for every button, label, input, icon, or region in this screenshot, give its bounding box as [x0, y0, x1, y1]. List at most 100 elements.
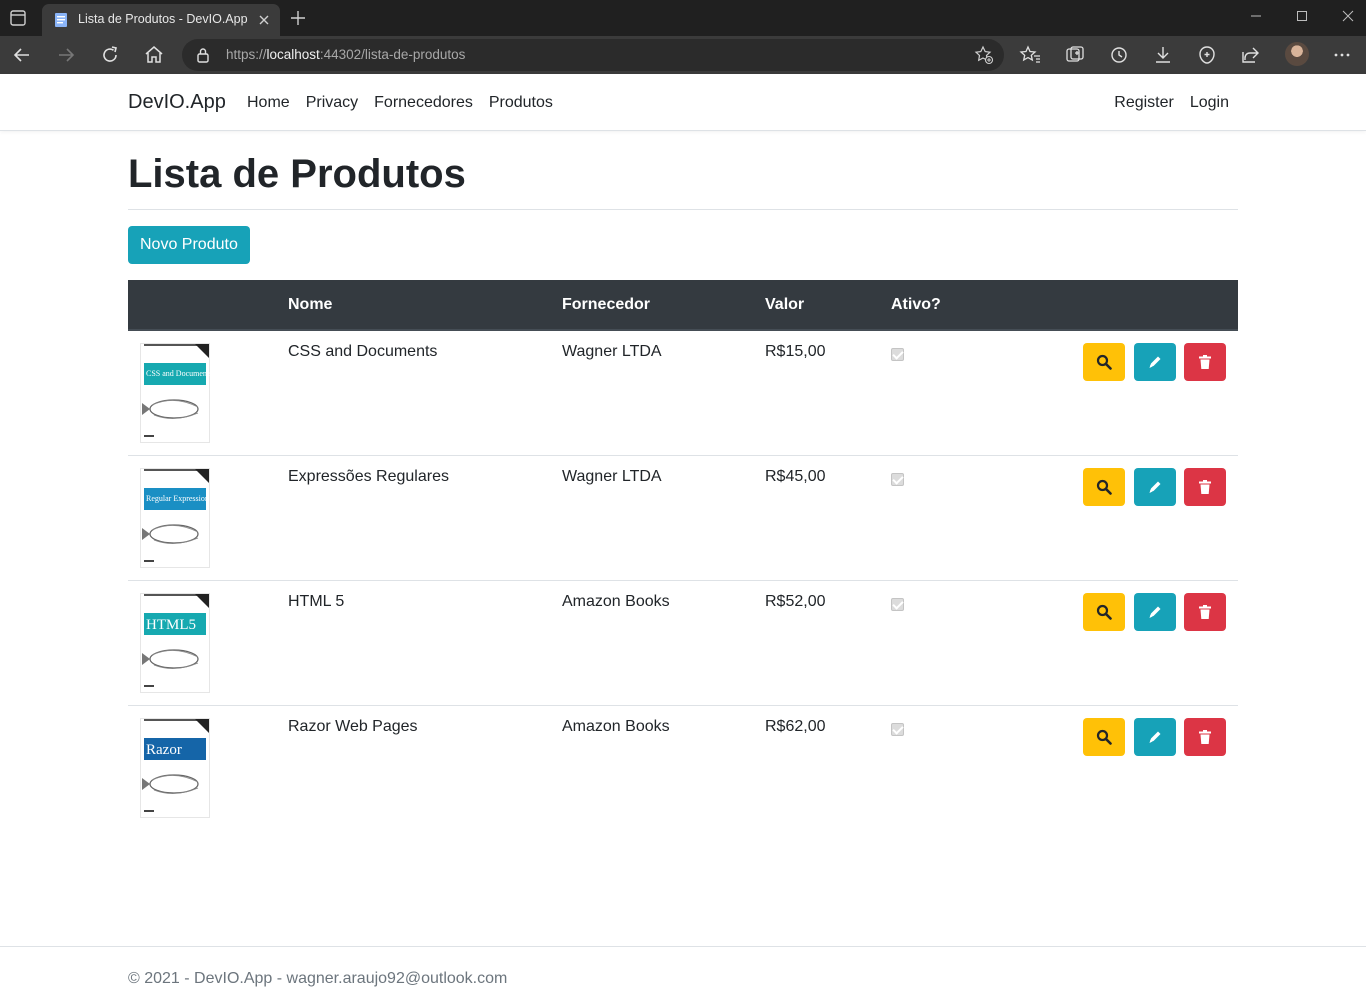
edit-button[interactable] — [1133, 467, 1176, 506]
header-fornecedor: Fornecedor — [550, 280, 753, 331]
header-ativo: Ativo? — [879, 280, 999, 331]
new-product-button[interactable]: Novo Produto — [128, 226, 250, 264]
cell-actions — [999, 579, 1238, 705]
products-table: Nome Fornecedor Valor Ativo? CSS and Doc… — [128, 280, 1238, 830]
nav-link-produtos[interactable]: Produtos — [489, 94, 553, 112]
close-tab-icon[interactable] — [256, 12, 272, 28]
cover-title: Regular Expression — [146, 494, 209, 503]
cell-image: HTML5 — [128, 579, 276, 705]
search-icon — [1096, 354, 1112, 370]
cover-title: CSS and Documents — [146, 369, 210, 378]
site-navbar: DevIO.App Home Privacy Fornecedores Prod… — [0, 74, 1366, 131]
pencil-icon — [1149, 356, 1161, 368]
cell-nome: HTML 5 — [276, 579, 550, 705]
main-content: Lista de Produtos Novo Produto Nome Forn… — [128, 131, 1238, 830]
nav-link-privacy[interactable]: Privacy — [306, 94, 358, 112]
product-name: CSS and Documents — [288, 343, 438, 360]
cell-actions — [999, 454, 1238, 580]
product-name: HTML 5 — [288, 592, 345, 610]
cell-fornecedor: Wagner LTDA — [550, 454, 753, 580]
cell-valor: R$45,00 — [753, 454, 879, 580]
ativo-checkbox — [891, 722, 904, 736]
table-body: CSS and Documents CSS and Documents Wagn… — [128, 330, 1238, 830]
trash-icon — [1199, 729, 1211, 744]
lock-icon[interactable] — [196, 47, 210, 63]
search-icon — [1096, 729, 1112, 745]
delete-button[interactable] — [1184, 467, 1226, 506]
details-button[interactable] — [1083, 717, 1126, 756]
book-cover-image: CSS and Documents — [140, 343, 210, 443]
cover-title: Razor — [146, 742, 182, 758]
table-row: Regular Expression Expressões Regulares … — [128, 454, 1238, 580]
ativo-checkbox — [891, 472, 904, 486]
cell-fornecedor: Amazon Books — [550, 579, 753, 705]
cell-valor: R$15,00 — [753, 330, 879, 455]
product-supplier: Wagner LTDA — [562, 467, 662, 485]
delete-button[interactable] — [1184, 592, 1226, 631]
trash-icon — [1199, 604, 1211, 619]
cell-valor: R$52,00 — [753, 579, 879, 705]
header-actions — [999, 280, 1238, 331]
new-tab-icon[interactable] — [288, 8, 308, 28]
delete-button[interactable] — [1184, 717, 1226, 756]
product-price: R$45,00 — [765, 467, 826, 485]
auth-links: Register Login — [1114, 94, 1229, 112]
title-divider — [128, 209, 1238, 210]
nav-link-home[interactable]: Home — [247, 94, 290, 112]
browser-tab-active[interactable]: Lista de Produtos - DevIO.App — [42, 4, 280, 36]
product-price: R$15,00 — [765, 343, 826, 360]
downloads-icon[interactable] — [1151, 43, 1175, 67]
footer-text: © 2021 - DevIO.App - wagner.araujo92@out… — [128, 970, 508, 987]
more-options-icon[interactable] — [1330, 43, 1354, 67]
cell-valor: R$62,00 — [753, 704, 879, 830]
forward-arrow-icon[interactable] — [54, 43, 78, 67]
cell-image: CSS and Documents — [128, 330, 276, 455]
collections-icon[interactable] — [1063, 43, 1087, 67]
brand-link[interactable]: DevIO.App — [128, 91, 226, 114]
product-name: Razor Web Pages — [288, 717, 418, 735]
close-window-icon[interactable] — [1336, 6, 1360, 26]
pencil-icon — [1149, 731, 1161, 743]
back-arrow-icon[interactable] — [10, 43, 34, 67]
cell-fornecedor: Amazon Books — [550, 704, 753, 830]
edit-button[interactable] — [1133, 343, 1176, 381]
cell-ativo — [879, 454, 999, 580]
table-row: HTML5 HTML 5 Amazon Books R$52,00 — [128, 579, 1238, 705]
book-cover-image: HTML5 — [140, 592, 210, 693]
profile-avatar[interactable] — [1285, 42, 1309, 66]
register-link[interactable]: Register — [1114, 94, 1174, 112]
add-favorite-icon[interactable] — [974, 45, 994, 65]
share-icon[interactable] — [1239, 43, 1263, 67]
cell-nome: Razor Web Pages — [276, 704, 550, 830]
address-bar[interactable]: https://localhost:44302/lista-de-produto… — [182, 39, 1004, 71]
tab-actions-icon[interactable] — [8, 8, 28, 28]
details-button[interactable] — [1083, 467, 1126, 506]
page-favicon-icon — [55, 13, 67, 27]
cell-ativo — [879, 704, 999, 830]
nav-links: Home Privacy Fornecedores Produtos — [247, 94, 553, 112]
browser-toolbar: https://localhost:44302/lista-de-produto… — [0, 36, 1366, 74]
favorites-icon[interactable] — [1019, 43, 1043, 67]
cell-actions — [999, 330, 1238, 455]
delete-button[interactable] — [1184, 343, 1226, 381]
minimize-icon[interactable] — [1244, 6, 1268, 26]
url-text[interactable]: https://localhost:44302/lista-de-produto… — [226, 47, 465, 62]
cell-ativo — [879, 579, 999, 705]
maximize-icon[interactable] — [1290, 6, 1314, 26]
edit-button[interactable] — [1133, 592, 1176, 631]
table-header-row: Nome Fornecedor Valor Ativo? — [128, 280, 1238, 331]
details-button[interactable] — [1083, 592, 1126, 631]
home-icon[interactable] — [142, 43, 166, 67]
edit-button[interactable] — [1133, 717, 1176, 756]
table-row: Razor Razor Web Pages Amazon Books R$62,… — [128, 704, 1238, 830]
history-icon[interactable] — [1107, 43, 1131, 67]
nav-link-fornecedores[interactable]: Fornecedores — [374, 94, 473, 112]
search-icon — [1096, 479, 1112, 495]
browser-tabstrip: Lista de Produtos - DevIO.App — [0, 0, 1366, 36]
pencil-icon — [1149, 481, 1161, 493]
browser-essentials-icon[interactable] — [1195, 43, 1219, 67]
login-link[interactable]: Login — [1190, 94, 1229, 112]
details-button[interactable] — [1083, 343, 1126, 381]
reload-icon[interactable] — [98, 43, 122, 67]
site-footer: © 2021 - DevIO.App - wagner.araujo92@out… — [0, 946, 1366, 995]
